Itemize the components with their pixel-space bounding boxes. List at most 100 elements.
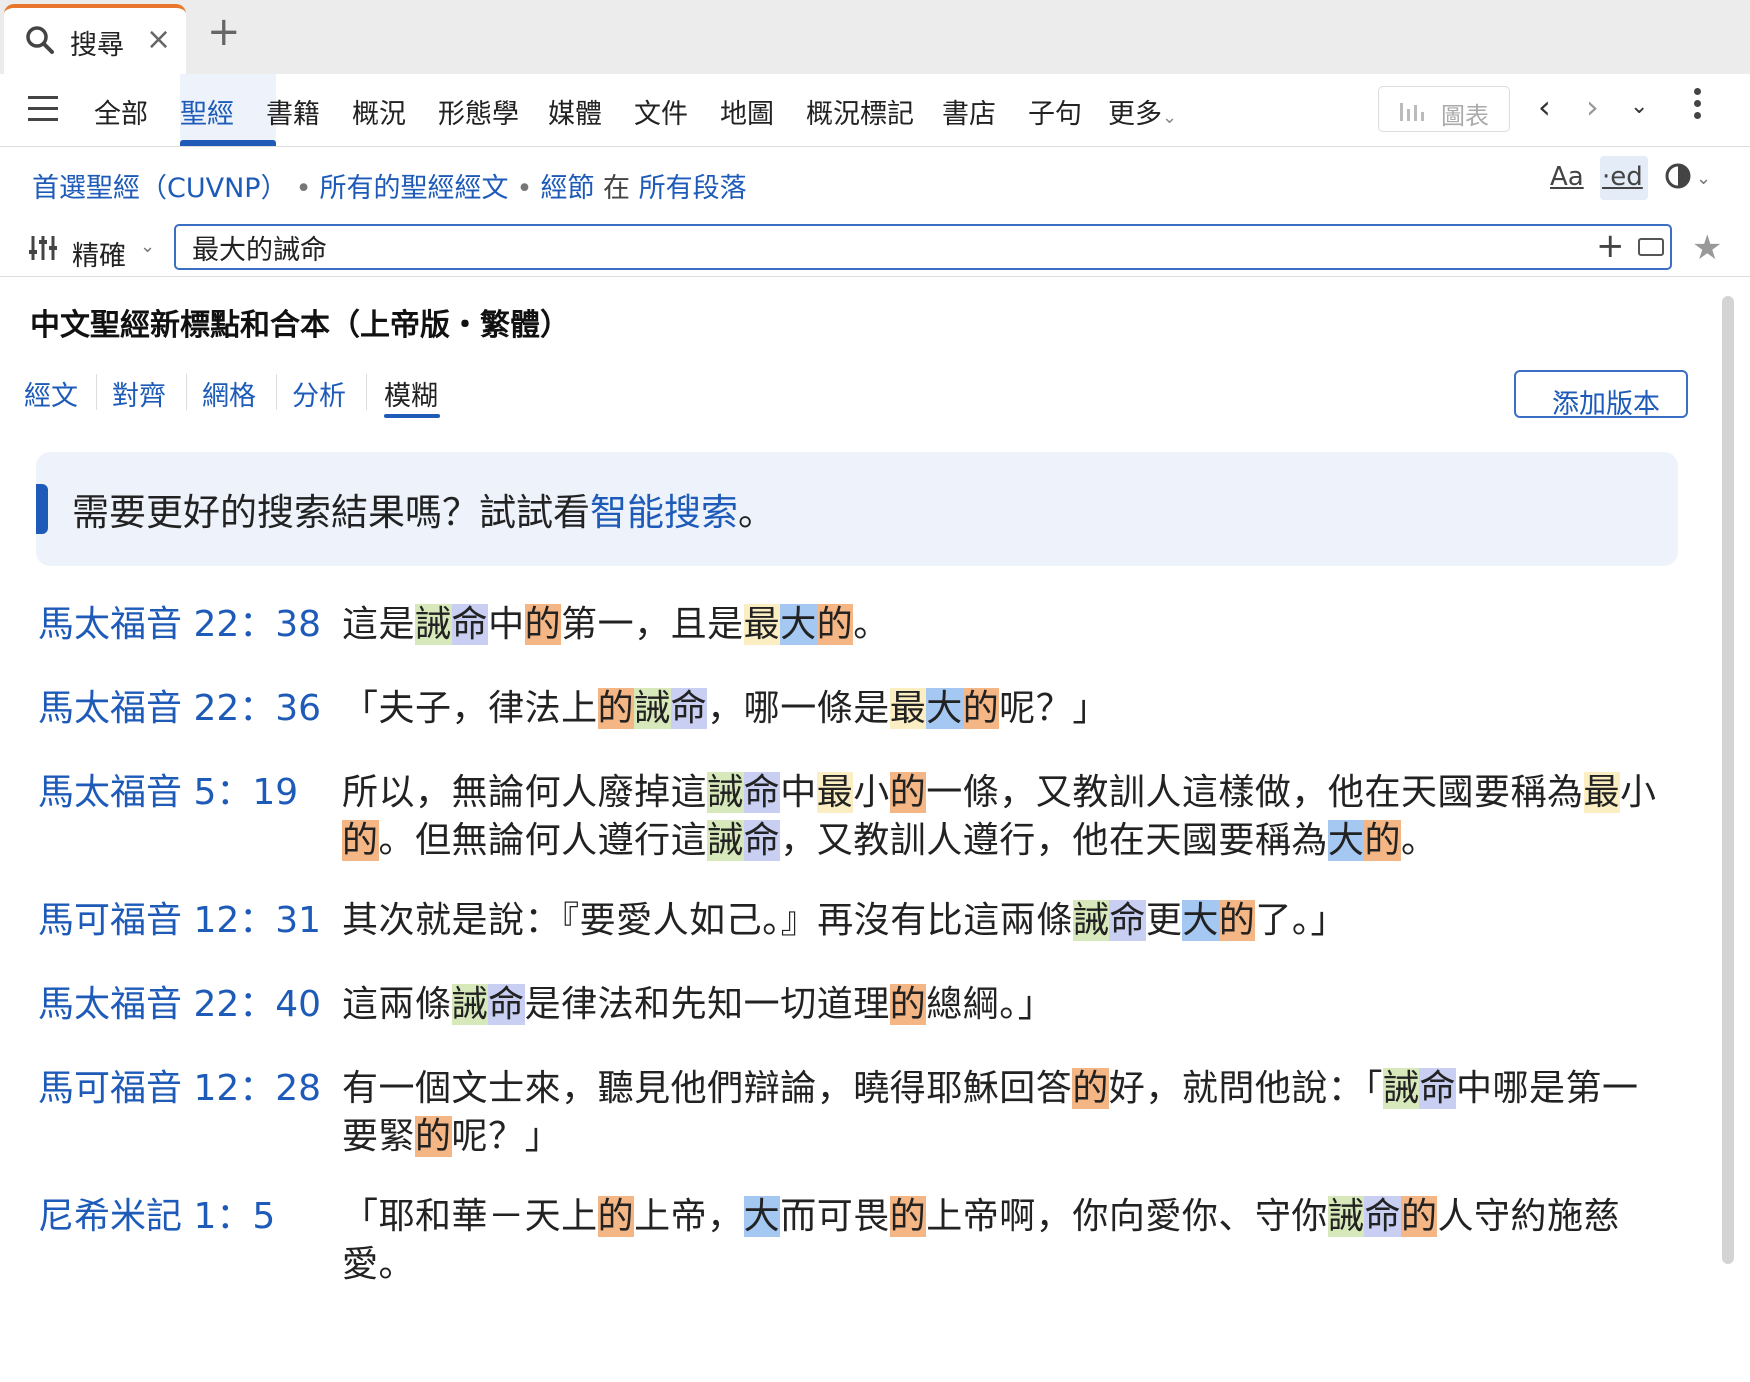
- highlighted-term: 誡: [415, 604, 452, 645]
- preferred-bible-link[interactable]: 首選聖經（CUVNP）: [32, 173, 288, 204]
- chart-button[interactable]: 圖表: [1378, 86, 1510, 132]
- highlighted-term: 的: [597, 688, 635, 729]
- highlighted-term: 最: [816, 772, 854, 813]
- verse-reference-link[interactable]: 馬太福音 22：40: [38, 981, 321, 1029]
- smart-search-link[interactable]: 智能搜索: [590, 491, 738, 534]
- highlighted-term: 大: [1327, 820, 1365, 861]
- theme-chevron-down-icon[interactable]: ⌄: [1696, 168, 1711, 189]
- highlighted-term: 誡: [451, 984, 489, 1025]
- add-term-icon[interactable]: +: [1596, 226, 1625, 266]
- nav-item-bookstore[interactable]: 書店: [942, 92, 996, 131]
- font-size-button[interactable]: Aa: [1550, 162, 1584, 192]
- in-label: 在: [603, 173, 631, 204]
- chevron-down-icon: ⌄: [1162, 107, 1178, 128]
- nav-item-bible[interactable]: 聖經: [180, 92, 234, 131]
- highlighted-term: 的: [415, 1116, 452, 1157]
- result-row: 尼希米記 1：5 「耶和華－天上的上帝，大而可畏的上帝啊，你向愛你、守你誡命的人守…: [0, 1193, 1700, 1321]
- nav-item-media[interactable]: 媒體: [548, 92, 602, 131]
- nav-item-overview[interactable]: 概況: [352, 92, 406, 131]
- close-icon[interactable]: ×: [146, 22, 171, 57]
- callout-text: 需要更好的搜索結果嗎？試試看智能搜索。: [72, 491, 775, 534]
- match-mode-label[interactable]: 精確: [72, 234, 126, 273]
- more-options-icon[interactable]: [1694, 88, 1702, 124]
- contrast-icon[interactable]: [1664, 162, 1692, 197]
- highlighted-term: 命: [670, 688, 708, 729]
- highlighted-term: 的: [962, 688, 1000, 729]
- verse-reference-link[interactable]: 馬太福音 22：36: [38, 685, 321, 733]
- highlighted-term: 的: [524, 604, 562, 645]
- verse-reference-link[interactable]: 馬可福音 12：31: [38, 897, 321, 945]
- highlighted-term: 誡: [634, 688, 671, 729]
- view-tab-aligned[interactable]: 對齊: [112, 374, 166, 413]
- result-row: 馬太福音 22：40 這兩條誡命是律法和先知一切道理的總綱。」: [0, 981, 1700, 1065]
- highlighted-term: 的: [1364, 820, 1401, 861]
- verse-reference-link[interactable]: 馬太福音 22：38: [38, 601, 321, 649]
- menu-icon[interactable]: [28, 96, 58, 129]
- ed-button[interactable]: ·ed: [1602, 162, 1643, 192]
- result-row: 馬太福音 22：36 「夫子，律法上的誡命，哪一條是最大的呢？」: [0, 685, 1700, 769]
- search-icon: [24, 24, 56, 60]
- results-panel: 中文聖經新標點和合本（上帝版・繁體） 經文 對齊 網格 分析 模糊 添加版本 ⌄…: [0, 276, 1720, 1382]
- nav-item-documents[interactable]: 文件: [634, 92, 688, 131]
- forward-arrow-icon[interactable]: ›: [1586, 88, 1599, 126]
- results-list: 馬太福音 22：38 這是誡命中的第一，且是最大的。 馬太福音 22：36 「夫子，律…: [0, 601, 1700, 1321]
- verse-reference-link[interactable]: 尼希米記 1：5: [38, 1193, 275, 1241]
- view-tab-divider: [186, 374, 187, 410]
- result-row: 馬太福音 22：38 這是誡命中的第一，且是最大的。: [0, 601, 1700, 685]
- nav-item-overview-tags[interactable]: 概況標記: [806, 92, 914, 131]
- all-passages-link[interactable]: 所有段落: [639, 173, 747, 204]
- filter-sliders-icon[interactable]: [28, 234, 58, 266]
- match-mode-chevron-icon[interactable]: ⌄: [140, 236, 155, 257]
- result-row: 馬可福音 12：31 其次就是說：『要愛人如己。』再沒有比這兩條誡命更大的了。」: [0, 897, 1700, 981]
- view-tab-text[interactable]: 經文: [24, 374, 78, 413]
- bar-chart-icon: [1399, 99, 1425, 127]
- callout-accent-bar: [36, 484, 48, 534]
- highlighted-term: 最: [1583, 772, 1621, 813]
- history-chevron-down-icon[interactable]: ⌄: [1630, 94, 1648, 119]
- favorite-star-icon[interactable]: ★: [1692, 228, 1722, 268]
- verse-reference-link[interactable]: 馬可福音 12：28: [38, 1065, 321, 1113]
- bible-version-title: 中文聖經新標點和合本（上帝版・繁體）: [30, 308, 570, 343]
- back-arrow-icon[interactable]: ‹: [1538, 88, 1551, 126]
- highlighted-term: 的: [1072, 1068, 1109, 1109]
- view-tab-analysis[interactable]: 分析: [292, 374, 346, 413]
- highlighted-term: 誡: [707, 820, 744, 861]
- verse-text: 「夫子，律法上的誡命，哪一條是最大的呢？」: [342, 688, 1109, 729]
- nav-item-maps[interactable]: 地圖: [720, 92, 774, 131]
- keyboard-icon[interactable]: [1638, 238, 1664, 256]
- nav-item-more[interactable]: 更多⌄: [1108, 92, 1177, 131]
- highlighted-term: 誡: [1072, 900, 1110, 941]
- view-tab-grid[interactable]: 網格: [202, 374, 256, 413]
- highlighted-term: 的: [597, 1196, 635, 1237]
- nav-item-all[interactable]: 全部: [94, 92, 148, 131]
- highlighted-term: 大: [1182, 900, 1219, 941]
- verse-text: 其次就是說：『要愛人如己。』再沒有比這兩條誡命更大的了。」: [342, 900, 1347, 941]
- highlighted-term: 的: [1218, 900, 1256, 941]
- search-tab[interactable]: 搜尋 ×: [4, 4, 186, 74]
- highlighted-term: 的: [889, 772, 927, 813]
- nav-item-books[interactable]: 書籍: [266, 92, 320, 131]
- search-box[interactable]: +: [174, 224, 1672, 270]
- highlighted-term: 的: [816, 604, 854, 645]
- highlighted-term: 命: [743, 772, 781, 813]
- search-input[interactable]: [192, 230, 1572, 264]
- scope-breadcrumb: 首選聖經（CUVNP） • 所有的聖經經文 • 經節 在 所有段落: [32, 173, 747, 204]
- result-row: 馬可福音 12：28 有一個文士來，聽見他們辯論，曉得耶穌回答的好，就問他說：「誡…: [0, 1065, 1700, 1193]
- nav-item-morphology[interactable]: 形態學: [438, 92, 519, 131]
- highlighted-term: 的: [1400, 1196, 1438, 1237]
- highlighted-term: 最: [889, 688, 927, 729]
- nav-item-clauses[interactable]: 子句: [1028, 92, 1082, 131]
- highlighted-term: 命: [1109, 900, 1146, 941]
- new-tab-icon[interactable]: +: [207, 12, 241, 52]
- view-tab-fuzzy[interactable]: 模糊: [384, 374, 438, 413]
- highlighted-term: 命: [1364, 1196, 1401, 1237]
- tab-bar: 搜尋 × +: [0, 0, 1750, 74]
- verse-reference-link[interactable]: 馬太福音 5：19: [38, 769, 298, 817]
- all-verses-link[interactable]: 所有的聖經經文: [320, 173, 509, 204]
- highlighted-term: 的: [889, 1196, 927, 1237]
- add-version-button[interactable]: 添加版本 ⌄: [1514, 370, 1688, 420]
- highlighted-term: 大: [926, 688, 963, 729]
- verses-link[interactable]: 經節: [540, 173, 594, 204]
- scrollbar-thumb[interactable]: [1722, 296, 1734, 1264]
- active-view-indicator: [384, 414, 440, 418]
